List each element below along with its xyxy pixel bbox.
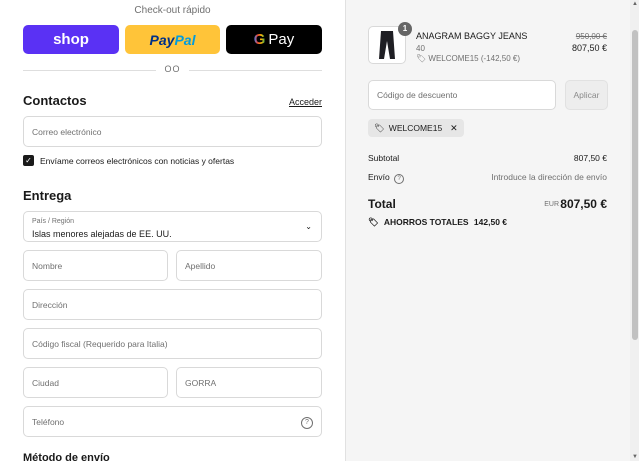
order-summary-panel: 1 ANAGRAM BAGGY JEANS 40 🏷 WELCOME15 (-1…	[345, 0, 639, 461]
checkmark-icon: ✓	[25, 156, 32, 165]
total-label: Total	[368, 197, 396, 211]
delivery-heading: Entrega	[23, 188, 72, 203]
shipping-label-row: Envío ?	[368, 172, 405, 184]
or-separator: OO	[164, 64, 181, 74]
product-name: ANAGRAM BAGGY JEANS	[416, 31, 528, 41]
paypal-label-part1: Pay	[149, 31, 175, 48]
discounted-price: 807,50 €	[571, 43, 607, 53]
city-field[interactable]: Ciudad	[23, 367, 168, 398]
quantity-badge: 1	[398, 22, 412, 36]
discount-code-placeholder: Código de descuento	[377, 90, 458, 100]
tag-icon: 🏷	[416, 54, 427, 63]
product-variant: 40	[416, 44, 425, 53]
phone-placeholder: Teléfono	[32, 416, 65, 427]
tax-code-field[interactable]: Código fiscal (Requerido para Italia)	[23, 328, 322, 359]
discount-code-field[interactable]: Código de descuento	[368, 80, 556, 110]
total-savings: 🏷 AHORROS TOTALES 142,50 €	[368, 217, 507, 228]
tag-icon: 🏷	[374, 122, 385, 133]
tag-icon: 🏷	[368, 217, 379, 227]
newsletter-label: Envíame correos electrónicos con noticia…	[40, 156, 235, 166]
remove-discount-icon[interactable]: ✕	[450, 123, 458, 134]
tax-code-placeholder: Código fiscal (Requerido para Italia)	[32, 338, 168, 349]
address-field[interactable]: Dirección	[23, 289, 322, 320]
shop-pay-label: shop	[53, 31, 89, 48]
contact-heading: Contactos	[23, 93, 87, 108]
product-discount-label: WELCOME15 (-142,50 €)	[428, 54, 520, 63]
shipping-method-heading: Método de envío	[23, 452, 110, 461]
first-name-field[interactable]: Nombre	[23, 250, 168, 281]
info-icon[interactable]: ?	[394, 174, 405, 184]
checkout-form-panel: Check-out rápido shop Pay Pal G Pay OO Con…	[0, 0, 345, 461]
express-checkout-title: Check-out rápido	[134, 5, 211, 16]
scroll-down-icon[interactable]: ▼	[632, 454, 638, 460]
total-currency: EUR	[544, 201, 559, 208]
last-name-field[interactable]: Apellido	[176, 250, 322, 281]
state-field[interactable]: GORRA	[176, 367, 322, 398]
phone-field[interactable]: Teléfono ?	[23, 406, 322, 437]
original-price: 950,00 €	[575, 32, 607, 41]
city-placeholder: Ciudad	[32, 377, 59, 388]
newsletter-checkbox[interactable]: ✓	[23, 155, 34, 166]
total-value: 807,50 €	[560, 197, 607, 211]
email-placeholder: Correo electrónico	[32, 126, 102, 137]
savings-label: AHORROS TOTALES	[383, 217, 469, 227]
first-name-placeholder: Nombre	[32, 260, 63, 271]
state-placeholder: GORRA	[185, 377, 217, 388]
scroll-up-icon[interactable]: ▲	[632, 1, 638, 7]
paypal-button[interactable]: Pay Pal	[125, 25, 220, 54]
email-field[interactable]: Correo electrónico	[23, 116, 322, 147]
subtotal-value: 807,50 €	[573, 153, 607, 163]
scrollbar-thumb[interactable]	[632, 30, 638, 340]
savings-value: 142,50 €	[473, 217, 508, 227]
divider-right	[189, 70, 322, 71]
address-placeholder: Dirección	[32, 299, 68, 310]
google-pay-label: Pay	[268, 31, 295, 48]
shipping-label: Envío	[368, 172, 390, 182]
applied-discount-code: WELCOME15	[388, 123, 443, 133]
divider-left	[23, 70, 156, 71]
country-label: País / Región	[32, 218, 75, 225]
shop-pay-button[interactable]: shop	[23, 25, 119, 54]
chevron-down-icon: ⌄	[305, 222, 312, 231]
country-select[interactable]: País / Región Islas menores alejadas de …	[23, 211, 322, 242]
apply-discount-button[interactable]: Aplicar	[565, 80, 608, 110]
scrollbar[interactable]: ▲ ▼	[630, 0, 639, 461]
paypal-label-part2: Pal	[174, 31, 196, 48]
product-discount: 🏷 WELCOME15 (-142,50 €)	[416, 54, 520, 63]
last-name-placeholder: Apellido	[185, 260, 216, 271]
shipping-value: Introduce la dirección de envío	[491, 172, 607, 182]
google-pay-button[interactable]: G Pay	[226, 25, 322, 54]
applied-discount-chip: 🏷 WELCOME15 ✕	[368, 119, 464, 137]
login-link[interactable]: Acceder	[289, 97, 322, 107]
help-icon[interactable]: ?	[301, 417, 313, 429]
country-value: Islas menores alejadas de EE. UU.	[32, 229, 172, 239]
subtotal-label: Subtotal	[368, 153, 400, 163]
google-g-icon: G	[253, 31, 266, 48]
apply-discount-label: Aplicar	[573, 90, 600, 100]
